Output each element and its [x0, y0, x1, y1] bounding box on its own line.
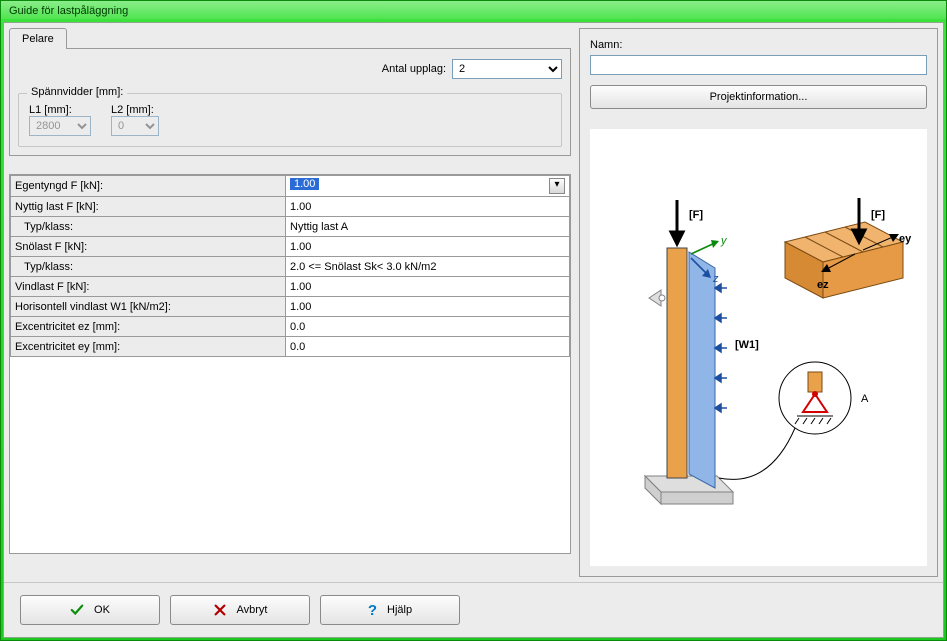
prop-key: Nyttig last F [kN]: [11, 197, 286, 217]
prop-key: Excentricitet ez [mm]: [11, 317, 286, 337]
l1-label: L1 [mm]: [29, 104, 91, 116]
prop-row: Nyttig last F [kN]:1.00 [11, 197, 570, 217]
diagram-z-axis: z [712, 273, 719, 285]
prop-row: Excentricitet ez [mm]:0.0 [11, 317, 570, 337]
prop-value-cell[interactable]: 0.0 [286, 337, 570, 357]
ok-label: OK [94, 604, 110, 616]
prop-row: Typ/klass:Nyttig last A [11, 217, 570, 237]
namn-label: Namn: [590, 39, 927, 51]
check-icon [70, 603, 84, 617]
question-icon: ? [368, 602, 377, 619]
prop-key: Typ/klass: [11, 217, 286, 237]
prop-value-cell[interactable]: 1.00▾ [286, 176, 570, 197]
prop-value-cell[interactable]: 1.00 [286, 277, 570, 297]
prop-key: Vindlast F [kN]: [11, 277, 286, 297]
column-diagram-svg: [W1] [F] y [599, 178, 919, 518]
property-grid: Egentyngd F [kN]:1.00▾Nyttig last F [kN]… [9, 174, 571, 554]
ok-button[interactable]: OK [20, 595, 160, 625]
button-bar: OK Avbryt ? Hjälp [4, 582, 943, 637]
dialog-client: Pelare Antal upplag: 2 Spännvidder [mm]:… [3, 22, 944, 638]
prop-value-cell[interactable]: 1.00 [286, 237, 570, 257]
prop-key: Snölast F [kN]: [11, 237, 286, 257]
antal-label: Antal upplag: [382, 63, 446, 75]
chevron-down-icon[interactable]: ▾ [549, 178, 565, 194]
l2-select: 0 [111, 116, 159, 136]
diagram-y-axis: y [720, 235, 728, 247]
diagram-f-label-2: [F] [871, 209, 885, 221]
l2-label: L2 [mm]: [111, 104, 159, 116]
tab-pelare[interactable]: Pelare [9, 28, 67, 49]
namn-input[interactable] [590, 55, 927, 75]
help-button[interactable]: ? Hjälp [320, 595, 460, 625]
prop-value-cell[interactable]: 1.00 [286, 197, 570, 217]
diagram-ey: ey [899, 233, 912, 245]
prop-value-cell[interactable]: 0.0 [286, 317, 570, 337]
prop-row: Typ/klass:2.0 <= Snölast Sk< 3.0 kN/m2 [11, 257, 570, 277]
prop-key: Typ/klass: [11, 257, 286, 277]
prop-value-cell[interactable]: 1.00 [286, 297, 570, 317]
diagram-f-label: [F] [689, 209, 703, 221]
tabset: Pelare [9, 28, 571, 49]
prop-row: Vindlast F [kN]:1.00 [11, 277, 570, 297]
group-spannvidder-title: Spännvidder [mm]: [27, 86, 127, 98]
cancel-label: Avbryt [237, 604, 268, 616]
help-label: Hjälp [387, 604, 412, 616]
cross-icon [213, 603, 227, 617]
illustration: [W1] [F] y [590, 129, 927, 566]
right-panel: Namn: Projektinformation... [579, 28, 938, 577]
titlebar: Guide för lastpåläggning [1, 1, 946, 19]
antal-upplag-select[interactable]: 2 [452, 59, 562, 79]
projektinformation-label: Projektinformation... [710, 91, 808, 103]
projektinformation-button[interactable]: Projektinformation... [590, 85, 927, 109]
diagram-w1-label: [W1] [735, 339, 759, 351]
prop-row: Egentyngd F [kN]:1.00▾ [11, 176, 570, 197]
cancel-button[interactable]: Avbryt [170, 595, 310, 625]
diagram-ez: ez [817, 279, 829, 291]
l1-select: 2800 [29, 116, 91, 136]
window-title: Guide för lastpåläggning [9, 5, 128, 17]
prop-value-cell[interactable]: Nyttig last A [286, 217, 570, 237]
prop-key: Horisontell vindlast W1 [kN/m2]: [11, 297, 286, 317]
prop-row: Snölast F [kN]:1.00 [11, 237, 570, 257]
diagram-detail-a: A [861, 393, 869, 405]
prop-key: Excentricitet ey [mm]: [11, 337, 286, 357]
tab-label: Pelare [22, 33, 54, 45]
prop-value-cell[interactable]: 2.0 <= Snölast Sk< 3.0 kN/m2 [286, 257, 570, 277]
prop-row: Horisontell vindlast W1 [kN/m2]:1.00 [11, 297, 570, 317]
tab-body: Antal upplag: 2 Spännvidder [mm]: L1 [mm… [9, 48, 571, 156]
prop-row: Excentricitet ey [mm]:0.0 [11, 337, 570, 357]
prop-key: Egentyngd F [kN]: [11, 176, 286, 197]
group-spannvidder: Spännvidder [mm]: L1 [mm]: 2800 L2 [mm]:… [18, 93, 562, 147]
